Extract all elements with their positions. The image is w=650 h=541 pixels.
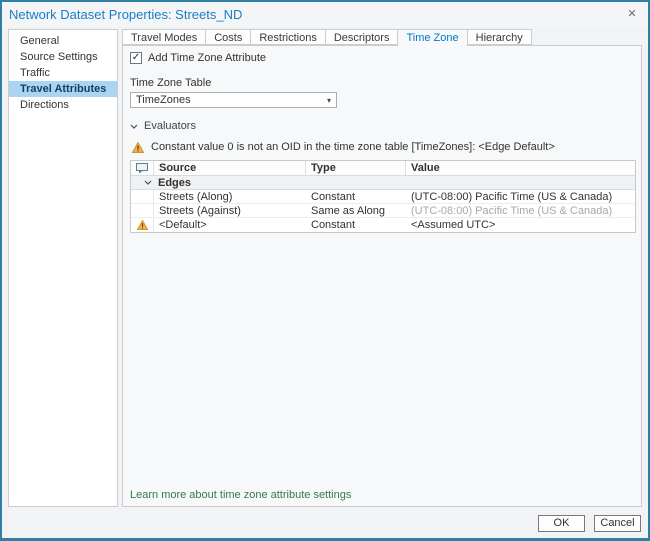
warning-message-row: Constant value 0 is not an OID in the ti…	[132, 141, 641, 153]
add-time-zone-attribute-checkbox[interactable]: ✓	[130, 52, 142, 64]
sidebar-item-general[interactable]: General	[9, 33, 117, 49]
tab-travel-modes[interactable]: Travel Modes	[122, 29, 206, 45]
row-type-cell: Constant	[306, 218, 406, 232]
time-zone-table-value: TimeZones	[136, 94, 191, 106]
column-header-value[interactable]: Value	[406, 161, 635, 175]
title-bar: Network Dataset Properties: Streets_ND ✕	[2, 2, 648, 27]
sidebar-item-traffic[interactable]: Traffic	[9, 65, 117, 81]
row-value-cell: <Assumed UTC>	[406, 218, 635, 232]
warning-message-text: Constant value 0 is not an OID in the ti…	[151, 141, 555, 153]
tab-costs[interactable]: Costs	[205, 29, 251, 45]
tab-descriptors[interactable]: Descriptors	[325, 29, 399, 45]
collapse-chevron-icon	[130, 124, 138, 129]
row-type-cell: Same as Along	[306, 204, 406, 217]
edges-group-row[interactable]: Edges	[131, 176, 635, 190]
column-header-source[interactable]: Source	[154, 161, 306, 175]
ok-button[interactable]: OK	[538, 515, 585, 532]
row-source-cell: Streets (Along)	[154, 190, 306, 203]
tab-bar: Travel Modes Costs Restrictions Descript…	[122, 29, 531, 46]
evaluators-label: Evaluators	[144, 120, 196, 132]
collapse-chevron-icon	[144, 180, 152, 185]
row-value-cell: (UTC-08:00) Pacific Time (US & Canada)	[406, 190, 635, 203]
dialog-title: Network Dataset Properties: Streets_ND	[9, 7, 242, 22]
close-icon[interactable]: ✕	[625, 7, 639, 21]
row-source-cell: <Default>	[154, 218, 306, 232]
time-zone-panel: ✓ Add Time Zone Attribute Time Zone Tabl…	[122, 45, 642, 507]
tab-restrictions[interactable]: Restrictions	[250, 29, 325, 45]
table-row[interactable]: Streets (Against) Same as Along (UTC-08:…	[131, 204, 635, 218]
evaluator-comment-icon	[131, 161, 154, 175]
table-row[interactable]: Streets (Along) Constant (UTC-08:00) Pac…	[131, 190, 635, 204]
network-dataset-properties-dialog: Network Dataset Properties: Streets_ND ✕…	[0, 0, 650, 541]
chevron-down-icon: ▾	[327, 96, 331, 105]
row-warning-icon	[131, 218, 154, 232]
row-status-cell	[131, 190, 154, 203]
row-source-cell: Streets (Against)	[154, 204, 306, 217]
column-header-type[interactable]: Type	[306, 161, 406, 175]
row-status-cell	[131, 204, 154, 217]
tab-time-zone[interactable]: Time Zone	[397, 29, 467, 46]
evaluator-table: Source Type Value Edges Streets (Along) …	[130, 160, 636, 233]
time-zone-table-label: Time Zone Table	[130, 77, 641, 89]
row-type-cell: Constant	[306, 190, 406, 203]
evaluators-section-header[interactable]: Evaluators	[130, 120, 641, 132]
table-row[interactable]: <Default> Constant <Assumed UTC>	[131, 218, 635, 232]
evaluator-table-header: Source Type Value	[131, 161, 635, 176]
time-zone-table-dropdown[interactable]: TimeZones ▾	[130, 92, 337, 108]
learn-more-link[interactable]: Learn more about time zone attribute set…	[130, 489, 351, 501]
add-time-zone-attribute-label: Add Time Zone Attribute	[148, 52, 266, 64]
sidebar-item-directions[interactable]: Directions	[9, 97, 117, 113]
tab-hierarchy[interactable]: Hierarchy	[467, 29, 532, 45]
warning-icon	[132, 142, 144, 153]
cancel-button[interactable]: Cancel	[594, 515, 641, 532]
add-time-zone-attribute-row: ✓ Add Time Zone Attribute	[130, 52, 641, 64]
edges-group-label: Edges	[158, 177, 191, 189]
sidebar: General Source Settings Traffic Travel A…	[8, 29, 118, 507]
row-value-cell: (UTC-08:00) Pacific Time (US & Canada)	[406, 204, 635, 217]
sidebar-item-travel-attributes[interactable]: Travel Attributes	[9, 81, 117, 97]
sidebar-item-source-settings[interactable]: Source Settings	[9, 49, 117, 65]
